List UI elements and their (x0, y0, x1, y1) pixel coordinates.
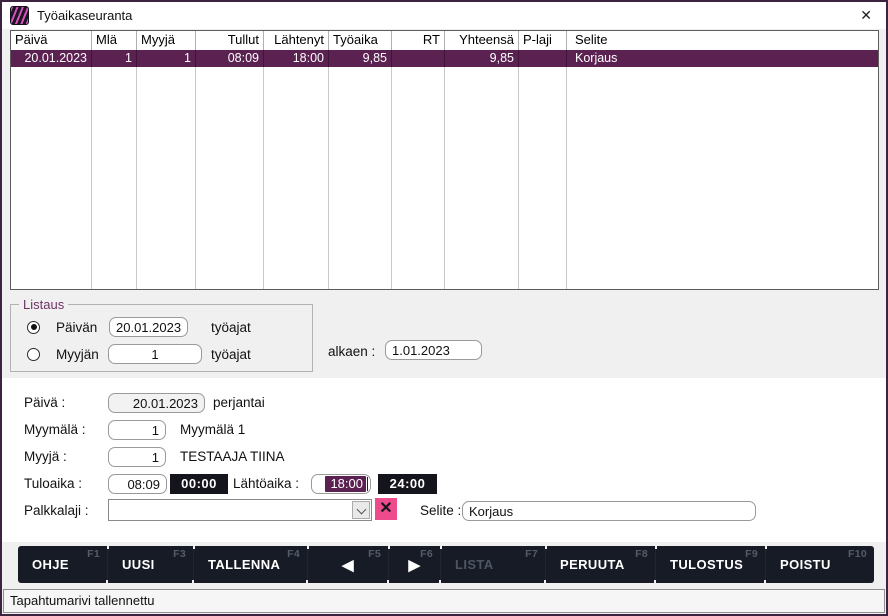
chevron-down-icon[interactable] (352, 501, 370, 519)
header-cell-plaji: P-laji (519, 31, 567, 50)
ohje-button-label: OHJE (32, 557, 69, 572)
weekday-label: perjantai (213, 393, 265, 413)
listaus-row-myyjan: Myyjän työajat (11, 344, 312, 364)
clear-palkkalaji-button[interactable]: ✕ (375, 498, 397, 520)
row-cell-tullut: 08:09 (196, 50, 264, 67)
palkkalaji-label: Palkkalaji : (24, 501, 89, 521)
peruuta-button[interactable]: PERUUTA F8 (545, 546, 655, 583)
next-button[interactable]: ▶ F6 (388, 546, 440, 583)
paivan-suffix-label: työajat (211, 320, 251, 335)
lista-button-label: LISTA (455, 557, 494, 572)
header-cell-mla: Mlä (92, 31, 137, 50)
row-cell-lahtenyt: 18:00 (264, 50, 329, 67)
table-empty-area (11, 67, 878, 289)
peruuta-button-label: PERUUTA (560, 557, 625, 572)
alkaen-date-input[interactable] (385, 340, 482, 360)
row-cell-myyja: 1 (137, 50, 196, 67)
myyjan-radio[interactable] (27, 348, 40, 361)
previous-fkey-label: F5 (368, 548, 381, 560)
listaus-row-paivan: Päivän työajat (11, 317, 312, 337)
header-cell-myyja: Myyjä (137, 31, 196, 50)
myyja-input[interactable] (108, 447, 166, 467)
header-cell-tullut: Tullut (196, 31, 264, 50)
lahtoaika-max-box: 24:00 (378, 474, 437, 494)
myymala-label: Myymälä : (24, 420, 86, 440)
row-cell-rt (392, 50, 445, 67)
worktime-table: Päivä Mlä Myyjä Tullut Lähtenyt Työaika … (10, 30, 879, 290)
header-cell-paiva: Päivä (11, 31, 92, 50)
poistu-fkey-label: F10 (848, 548, 867, 560)
paiva-label: Päivä : (24, 393, 65, 413)
uusi-button[interactable]: UUSI F3 (107, 546, 193, 583)
tallenna-fkey-label: F4 (287, 548, 300, 560)
lahtoaika-input[interactable]: 18:00 (311, 474, 371, 494)
poistu-button-label: POISTU (780, 557, 831, 572)
header-cell-yhteensa: Yhteensä (445, 31, 519, 50)
alkaen-label: alkaen : (328, 344, 375, 359)
row-cell-selite: Korjaus (567, 50, 878, 67)
peruuta-fkey-label: F8 (635, 548, 648, 560)
header-cell-lahtenyt: Lähtenyt (264, 31, 329, 50)
myyjan-number-input[interactable] (108, 344, 202, 364)
next-arrow-icon: ▶ (409, 556, 421, 574)
selite-label: Selite : (420, 501, 461, 521)
text-caret (367, 477, 368, 491)
myyja-label: Myyjä : (24, 447, 67, 467)
tuloaika-input[interactable] (108, 474, 167, 494)
myymala-name-label: Myymälä 1 (180, 420, 245, 440)
lista-fkey-label: F7 (525, 548, 538, 560)
tuloaika-min-box: 00:00 (170, 474, 228, 494)
myyjan-suffix-label: työajat (211, 347, 251, 362)
row-cell-paiva: 20.01.2023 (11, 50, 92, 67)
lahtoaika-label: Lähtöaika : (233, 474, 299, 494)
uusi-button-label: UUSI (122, 557, 155, 572)
listaus-group-title: Listaus (19, 297, 68, 312)
app-window: Työaikaseuranta ✕ Päivä Mlä Myyjä Tullut… (0, 0, 888, 616)
window-title: Työaikaseuranta (37, 8, 132, 23)
row-cell-plaji (519, 50, 567, 67)
selite-input[interactable] (462, 501, 756, 521)
header-cell-rt: RT (392, 31, 445, 50)
header-cell-selite: Selite (567, 31, 878, 50)
tallenna-button-label: TALLENNA (208, 557, 280, 572)
next-fkey-label: F6 (420, 548, 433, 560)
table-header-row: Päivä Mlä Myyjä Tullut Lähtenyt Työaika … (11, 31, 878, 50)
listaus-groupbox: Listaus Päivän työajat Myyjän työajat (10, 304, 313, 372)
myymala-input[interactable] (108, 420, 166, 440)
lahtoaika-selected-text: 18:00 (325, 476, 366, 492)
tulostus-button[interactable]: TULOSTUS F9 (655, 546, 765, 583)
entry-form-panel: Päivä : perjantai Myymälä : Myymälä 1 My… (2, 378, 886, 542)
paivan-date-input[interactable] (109, 317, 188, 337)
lista-button: LISTA F7 (440, 546, 545, 583)
paiva-input[interactable] (108, 393, 205, 413)
table-row[interactable]: 20.01.2023 1 1 08:09 18:00 9,85 9,85 Kor… (11, 50, 878, 67)
ohje-fkey-label: F1 (87, 548, 100, 560)
row-cell-yhteensa: 9,85 (445, 50, 519, 67)
app-logo-icon (10, 6, 29, 25)
paivan-radio-label: Päivän (56, 320, 108, 335)
header-cell-tyoaika: Työaika (329, 31, 392, 50)
tallenna-button[interactable]: TALLENNA F4 (193, 546, 307, 583)
previous-button[interactable]: ◀ F5 (307, 546, 388, 583)
title-bar: Työaikaseuranta ✕ (2, 2, 886, 29)
previous-arrow-icon: ◀ (342, 556, 354, 574)
status-bar: Tapahtumarivi tallennettu (3, 589, 885, 613)
myyjan-radio-label: Myyjän (56, 347, 108, 362)
uusi-fkey-label: F3 (173, 548, 186, 560)
close-icon[interactable]: ✕ (854, 7, 878, 24)
poistu-button[interactable]: POISTU F10 (765, 546, 874, 583)
paivan-radio[interactable] (27, 321, 40, 334)
row-cell-tyoaika: 9,85 (329, 50, 392, 67)
tuloaika-label: Tuloaika : (24, 474, 82, 494)
function-key-toolbar: OHJE F1 UUSI F3 TALLENNA F4 ◀ F5 ▶ F6 LI… (18, 546, 874, 583)
row-cell-mla: 1 (92, 50, 137, 67)
tulostus-fkey-label: F9 (745, 548, 758, 560)
tulostus-button-label: TULOSTUS (670, 557, 743, 572)
palkkalaji-dropdown[interactable] (108, 499, 372, 521)
ohje-button[interactable]: OHJE F1 (18, 546, 107, 583)
myyja-name-label: TESTAAJA TIINA (180, 447, 285, 467)
